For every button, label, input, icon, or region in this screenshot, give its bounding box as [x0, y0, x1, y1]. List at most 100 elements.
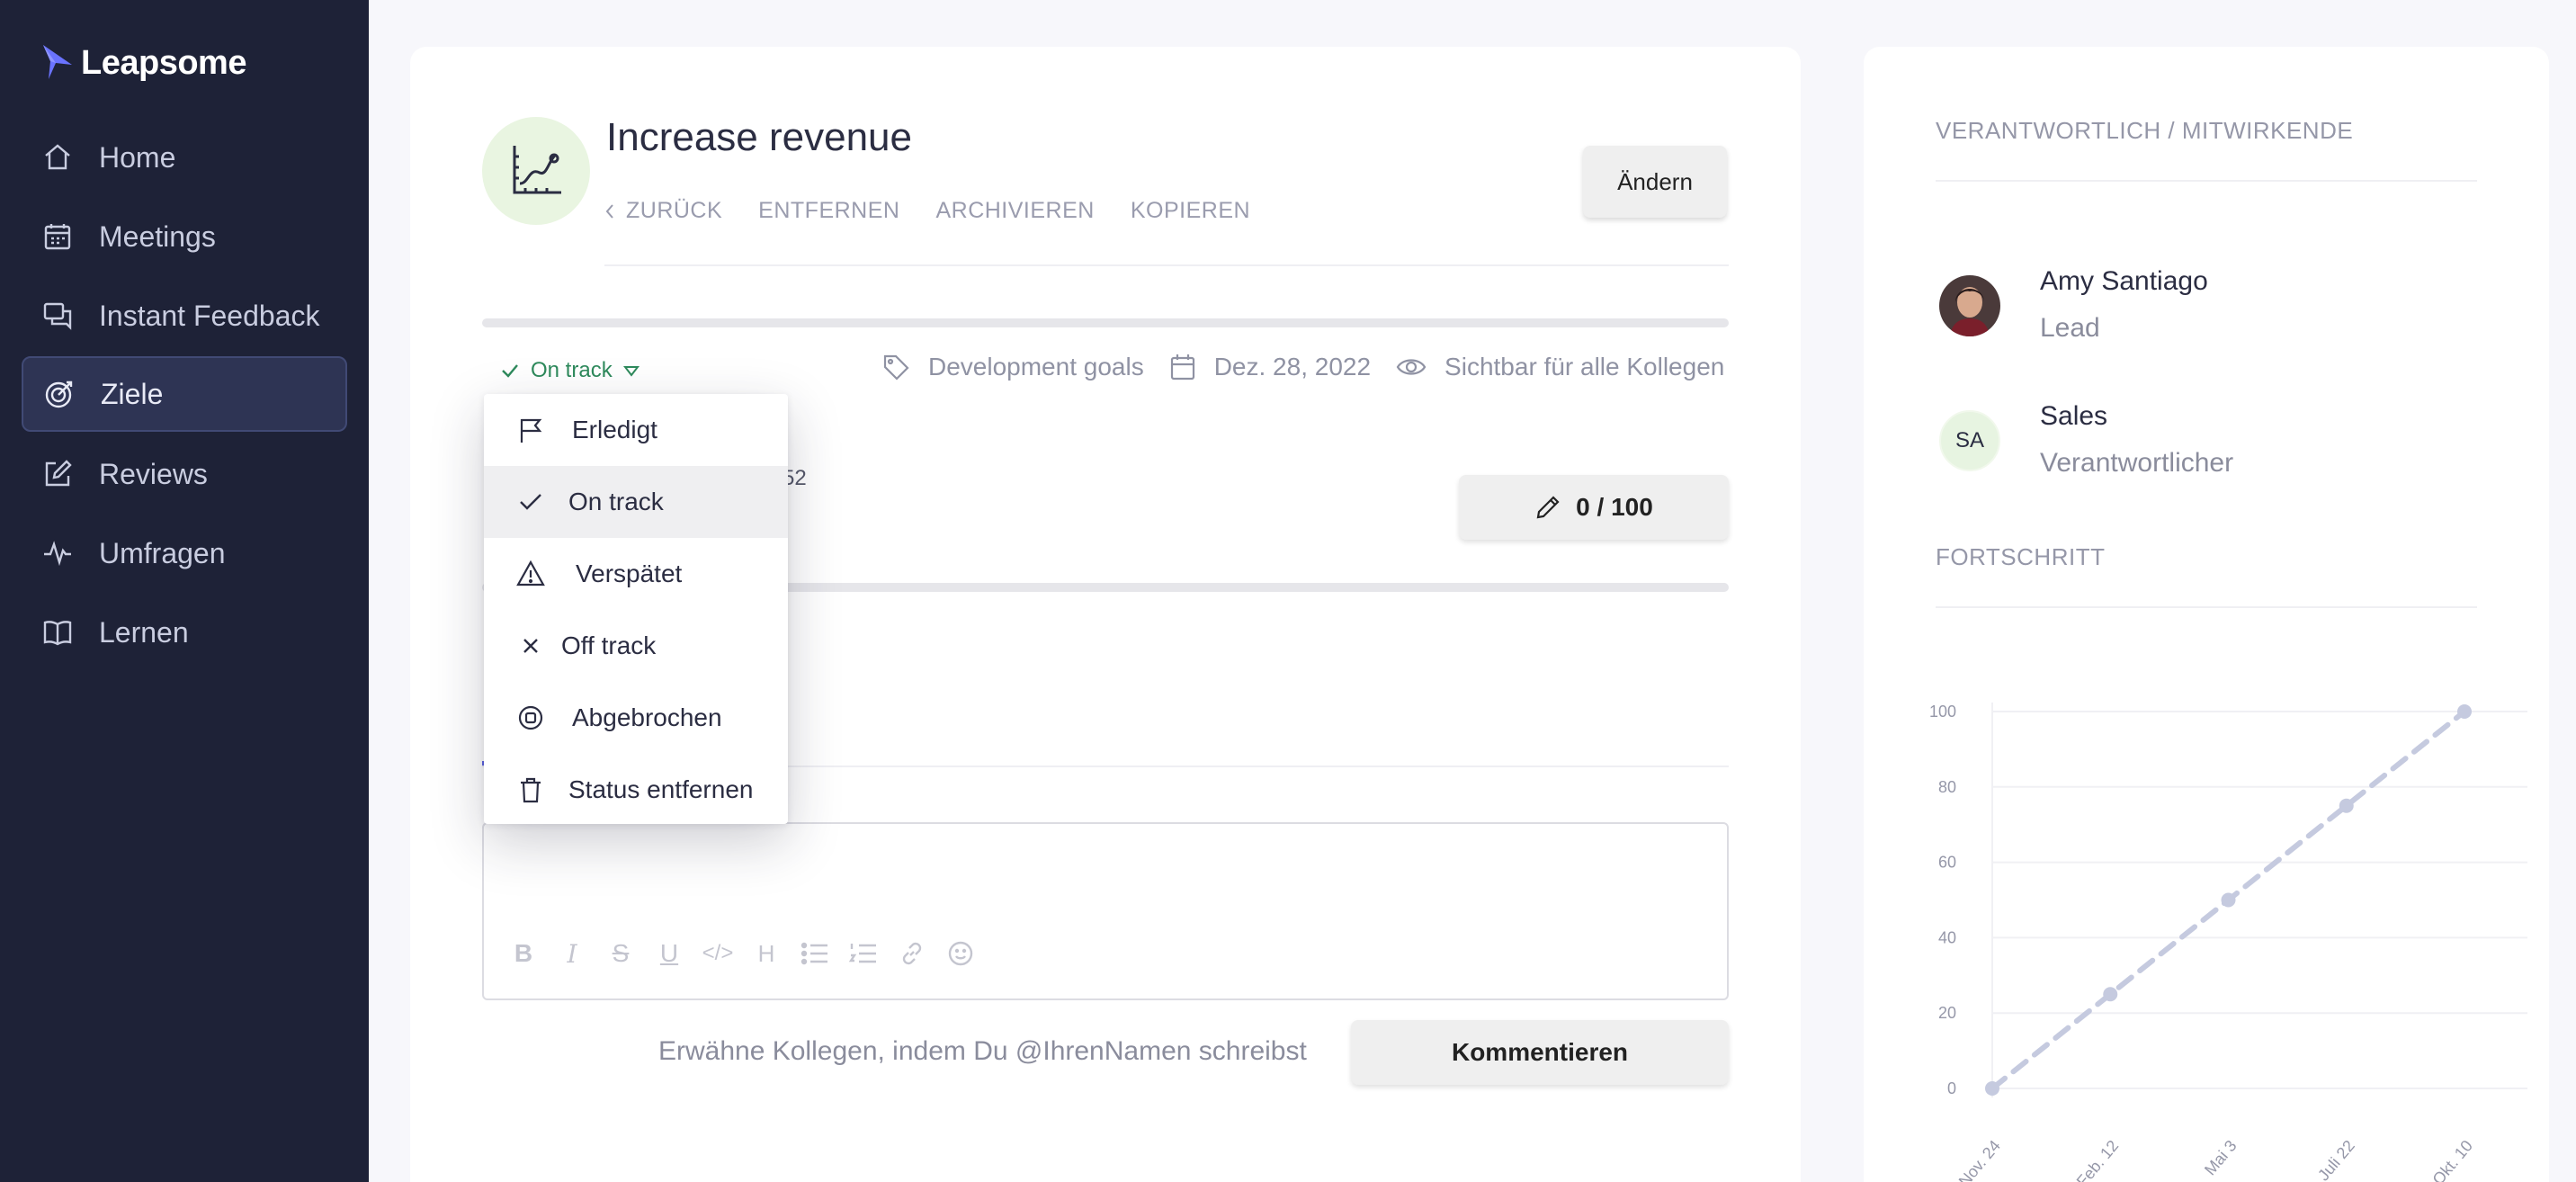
chart-x-tick-label: Nov. 24 — [1955, 1137, 2004, 1182]
goal-tag[interactable]: Development goals — [881, 353, 1144, 381]
score-button[interactable]: 0 / 100 — [1459, 475, 1729, 540]
team-role: Verantwortlicher — [2040, 448, 2234, 478]
status-option-label: On track — [568, 488, 664, 515]
goal-chart-icon — [482, 117, 590, 225]
progress-chart: 0 20 40 60 80 100 Nov. 24 Feb. 12 Mai 3 Juli 22 Ok… — [1929, 703, 2527, 1182]
status-option-on-track[interactable]: On track — [484, 466, 788, 538]
chart-y-tick-label: 60 — [1938, 854, 1956, 872]
back-label: ZURÜCK — [626, 198, 723, 223]
comment-editor[interactable]: B I S U </> H — [482, 822, 1729, 1000]
stop-circle-icon — [518, 705, 543, 730]
goal-visibility-label: Sichtbar für alle Kollegen — [1445, 353, 1725, 381]
user-photo-icon — [1939, 275, 2000, 336]
sidebar-item-label: Lernen — [99, 615, 189, 649]
trash-icon — [521, 777, 541, 803]
status-option-abgebrochen[interactable]: Abgebrochen — [484, 682, 788, 754]
copy-link[interactable]: KOPIEREN — [1131, 198, 1250, 224]
sidebar-item-home[interactable]: Home — [22, 120, 347, 195]
comment-submit-button[interactable]: Kommentieren — [1351, 1020, 1729, 1085]
team-name[interactable]: Sales — [2040, 401, 2107, 432]
sidebar-item-reviews[interactable]: Reviews — [22, 436, 347, 512]
status-option-label: Status entfernen — [568, 775, 754, 803]
sidebar-item-label: Ziele — [101, 377, 164, 410]
italic-icon[interactable]: I — [556, 937, 588, 970]
ordered-list-icon[interactable] — [847, 937, 880, 970]
chevron-left-icon — [605, 203, 613, 219]
target-icon — [45, 381, 73, 408]
status-option-remove[interactable]: Status entfernen — [484, 754, 788, 826]
code-icon[interactable]: </> — [702, 937, 734, 970]
editor-toolbar: B I S U </> H — [507, 937, 977, 970]
check-icon — [520, 494, 541, 510]
status-option-erledigt[interactable]: Erledigt — [484, 394, 788, 466]
change-button[interactable]: Ändern — [1583, 146, 1727, 218]
status-option-verspaetet[interactable]: Verspätet — [484, 538, 788, 610]
score-value: 0 / 100 — [1576, 493, 1653, 521]
avatar[interactable] — [1939, 275, 2000, 336]
chart-y-tick-label: 100 — [1929, 703, 1956, 721]
pulse-icon — [44, 541, 71, 567]
status-option-label: Off track — [561, 631, 657, 659]
progress-divider — [1936, 606, 2477, 608]
goal-progress-bar — [482, 318, 1729, 327]
book-icon — [43, 621, 72, 646]
status-label: On track — [531, 358, 613, 382]
underline-icon[interactable]: U — [653, 937, 685, 970]
edit-icon — [45, 460, 72, 487]
heading-icon[interactable]: H — [750, 937, 783, 970]
chart-data-point — [1985, 1081, 1999, 1096]
chart-data-point — [2339, 798, 2354, 813]
progress-section-title: FORTSCHRITT — [1936, 543, 2106, 570]
goal-tag-label: Development goals — [928, 353, 1144, 381]
mention-hint: Erwähne Kollegen, indem Du @IhrenNamen s… — [658, 1036, 1307, 1066]
strikethrough-icon[interactable]: S — [604, 937, 637, 970]
bold-icon[interactable]: B — [507, 937, 540, 970]
archive-link[interactable]: ARCHIVIEREN — [935, 198, 1094, 224]
back-link[interactable]: ZURÜCK — [604, 198, 722, 224]
app-logo[interactable]: Leapsome — [40, 40, 246, 86]
goal-visibility[interactable]: Sichtbar für alle Kollegen — [1396, 353, 1724, 381]
chart-y-tick-label: 40 — [1938, 928, 1956, 946]
chart-y-tick-label: 20 — [1938, 1004, 1956, 1022]
chart-x-tick-label: Mai 3 — [2201, 1137, 2241, 1179]
owners-section-title: VERANTWORTLICH / MITWIRKENDE — [1936, 117, 2354, 144]
calendar-icon — [1170, 354, 1194, 381]
sidebar-item-lernen[interactable]: Lernen — [22, 595, 347, 670]
warning-icon — [516, 560, 545, 587]
header-divider — [604, 264, 1729, 266]
sidebar-item-ziele[interactable]: Ziele — [22, 356, 347, 432]
chart-data-point — [2457, 704, 2472, 719]
chart-x-tick-label: Juli 22 — [2314, 1137, 2358, 1182]
owner-role: Lead — [2040, 313, 2100, 343]
status-option-label: Verspätet — [576, 560, 683, 587]
calendar-icon — [44, 224, 71, 250]
goal-date-label: Dez. 28, 2022 — [1213, 353, 1372, 381]
sidebar-item-meetings[interactable]: Meetings — [22, 199, 347, 274]
feedback-icon — [43, 302, 72, 330]
sidebar-item-instant-feedback[interactable]: Instant Feedback — [22, 278, 347, 354]
sidebar: Leapsome Home Meetings Instant Feedback … — [0, 0, 369, 1182]
sidebar-item-label: Home — [99, 140, 176, 174]
bullet-list-icon[interactable] — [799, 937, 831, 970]
link-icon[interactable] — [896, 937, 928, 970]
x-icon — [523, 639, 538, 653]
chart-x-tick-label: Feb. 12 — [2073, 1137, 2123, 1182]
owner-name[interactable]: Amy Santiago — [2040, 266, 2208, 297]
chart-x-tick-label: Okt. 10 — [2428, 1137, 2476, 1182]
goal-meta: Development goals Dez. 28, 2022 Sichtbar… — [881, 353, 1749, 381]
team-avatar[interactable]: SA — [1939, 410, 2000, 471]
chevron-down-icon — [622, 366, 640, 377]
sidebar-item-label: Meetings — [99, 219, 216, 253]
status-dropdown-trigger[interactable]: On track — [500, 358, 640, 383]
home-icon — [45, 144, 70, 170]
emoji-icon[interactable] — [944, 937, 977, 970]
sidebar-item-label: Instant Feedback — [99, 299, 320, 332]
owners-divider — [1936, 180, 2477, 182]
chart-data-point — [2103, 987, 2118, 1002]
sidebar-item-umfragen[interactable]: Umfragen — [22, 515, 347, 591]
goal-due-date[interactable]: Dez. 28, 2022 — [1169, 353, 1371, 381]
page-title: Increase revenue — [606, 115, 912, 159]
remove-link[interactable]: ENTFERNEN — [758, 198, 899, 224]
status-option-off-track[interactable]: Off track — [484, 610, 788, 682]
chart-data-point — [2221, 892, 2236, 908]
